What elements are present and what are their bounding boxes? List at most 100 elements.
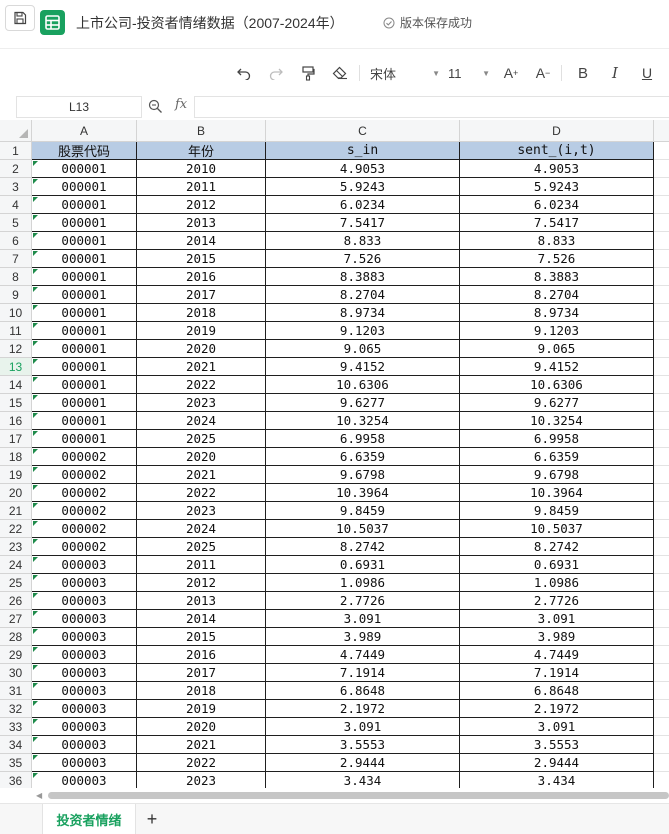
table-cell[interactable]: 8.9734 bbox=[460, 304, 654, 322]
table-cell[interactable]: 9.6277 bbox=[266, 394, 460, 412]
table-cell[interactable]: 2020 bbox=[137, 718, 266, 736]
table-cell[interactable]: 2010 bbox=[137, 160, 266, 178]
table-cell[interactable]: 2022 bbox=[137, 754, 266, 772]
table-cell[interactable]: 8.3883 bbox=[460, 268, 654, 286]
table-cell[interactable]: 9.8459 bbox=[266, 502, 460, 520]
table-cell[interactable]: 6.8648 bbox=[460, 682, 654, 700]
column-header-e[interactable] bbox=[654, 120, 669, 142]
add-sheet-button[interactable]: + bbox=[143, 808, 161, 830]
table-cell[interactable]: 5.9243 bbox=[460, 178, 654, 196]
table-cell[interactable]: 9.6798 bbox=[460, 466, 654, 484]
row-header[interactable]: 11 bbox=[0, 322, 32, 340]
table-cell[interactable]: 000001 bbox=[32, 394, 137, 412]
table-cell[interactable]: 2.9444 bbox=[460, 754, 654, 772]
table-cell[interactable]: 9.8459 bbox=[460, 502, 654, 520]
table-cell-empty[interactable] bbox=[654, 376, 669, 394]
table-cell[interactable]: 7.5417 bbox=[460, 214, 654, 232]
row-header[interactable]: 15 bbox=[0, 394, 32, 412]
horizontal-scrollbar[interactable]: ◀ bbox=[34, 789, 669, 801]
table-cell[interactable]: 10.3964 bbox=[266, 484, 460, 502]
table-cell[interactable]: 3.989 bbox=[460, 628, 654, 646]
header-cell[interactable]: 股票代码 bbox=[32, 142, 137, 160]
save-button[interactable] bbox=[5, 5, 35, 31]
row-header[interactable]: 1 bbox=[0, 142, 32, 160]
font-size-select[interactable]: 11 ▼ bbox=[448, 63, 490, 83]
table-cell[interactable]: 10.3964 bbox=[460, 484, 654, 502]
table-cell[interactable]: 000002 bbox=[32, 466, 137, 484]
table-cell-empty[interactable] bbox=[654, 340, 669, 358]
table-cell[interactable]: 4.9053 bbox=[460, 160, 654, 178]
table-cell[interactable]: 000001 bbox=[32, 160, 137, 178]
table-cell[interactable]: 6.0234 bbox=[266, 196, 460, 214]
row-header[interactable]: 9 bbox=[0, 286, 32, 304]
table-cell-empty[interactable] bbox=[654, 646, 669, 664]
table-cell[interactable]: 000002 bbox=[32, 448, 137, 466]
table-cell[interactable]: 6.8648 bbox=[266, 682, 460, 700]
row-header[interactable]: 6 bbox=[0, 232, 32, 250]
row-header[interactable]: 13 bbox=[0, 358, 32, 376]
table-cell-empty[interactable] bbox=[654, 160, 669, 178]
row-header[interactable]: 10 bbox=[0, 304, 32, 322]
row-header[interactable]: 3 bbox=[0, 178, 32, 196]
table-cell[interactable]: 8.2742 bbox=[266, 538, 460, 556]
table-cell[interactable]: 3.091 bbox=[460, 610, 654, 628]
table-cell-empty[interactable] bbox=[654, 628, 669, 646]
table-cell-empty[interactable] bbox=[654, 250, 669, 268]
row-header[interactable]: 21 bbox=[0, 502, 32, 520]
table-cell[interactable]: 9.1203 bbox=[460, 322, 654, 340]
table-cell[interactable]: 000003 bbox=[32, 718, 137, 736]
table-cell[interactable]: 2.1972 bbox=[266, 700, 460, 718]
row-header[interactable]: 20 bbox=[0, 484, 32, 502]
table-cell[interactable]: 3.091 bbox=[266, 718, 460, 736]
table-cell[interactable]: 3.5553 bbox=[460, 736, 654, 754]
table-cell[interactable]: 2022 bbox=[137, 376, 266, 394]
table-cell[interactable]: 2.7726 bbox=[266, 592, 460, 610]
table-cell-empty[interactable] bbox=[654, 142, 669, 160]
table-cell[interactable]: 000003 bbox=[32, 772, 137, 788]
column-header-d[interactable]: D bbox=[460, 120, 654, 142]
row-header[interactable]: 34 bbox=[0, 736, 32, 754]
header-cell[interactable]: 年份 bbox=[137, 142, 266, 160]
table-cell[interactable]: 000002 bbox=[32, 484, 137, 502]
table-cell[interactable]: 0.6931 bbox=[460, 556, 654, 574]
row-header[interactable]: 35 bbox=[0, 754, 32, 772]
row-header[interactable]: 14 bbox=[0, 376, 32, 394]
table-cell[interactable]: 5.9243 bbox=[266, 178, 460, 196]
table-cell[interactable]: 000001 bbox=[32, 268, 137, 286]
row-header[interactable]: 12 bbox=[0, 340, 32, 358]
italic-button[interactable]: I bbox=[607, 63, 623, 83]
row-header[interactable]: 27 bbox=[0, 610, 32, 628]
row-header[interactable]: 23 bbox=[0, 538, 32, 556]
row-header[interactable]: 22 bbox=[0, 520, 32, 538]
table-cell[interactable]: 1.0986 bbox=[460, 574, 654, 592]
row-header[interactable]: 19 bbox=[0, 466, 32, 484]
table-cell[interactable]: 2016 bbox=[137, 646, 266, 664]
table-cell[interactable]: 9.065 bbox=[460, 340, 654, 358]
table-cell[interactable]: 9.6277 bbox=[460, 394, 654, 412]
table-cell[interactable]: 4.7449 bbox=[460, 646, 654, 664]
zoom-icon[interactable] bbox=[148, 99, 163, 114]
table-cell[interactable]: 4.9053 bbox=[266, 160, 460, 178]
row-header[interactable]: 33 bbox=[0, 718, 32, 736]
table-cell-empty[interactable] bbox=[654, 700, 669, 718]
table-cell[interactable]: 2015 bbox=[137, 628, 266, 646]
header-cell[interactable]: sent_(i,t) bbox=[460, 142, 654, 160]
scrollbar-thumb[interactable] bbox=[48, 792, 669, 799]
table-cell-empty[interactable] bbox=[654, 196, 669, 214]
table-cell-empty[interactable] bbox=[654, 754, 669, 772]
column-header-b[interactable]: B bbox=[137, 120, 266, 142]
table-cell-empty[interactable] bbox=[654, 412, 669, 430]
table-cell[interactable]: 6.9958 bbox=[266, 430, 460, 448]
table-cell[interactable]: 2024 bbox=[137, 412, 266, 430]
table-cell[interactable]: 000001 bbox=[32, 304, 137, 322]
table-cell[interactable]: 2024 bbox=[137, 520, 266, 538]
row-header[interactable]: 7 bbox=[0, 250, 32, 268]
table-cell[interactable]: 2014 bbox=[137, 610, 266, 628]
table-cell[interactable]: 8.2704 bbox=[266, 286, 460, 304]
row-header[interactable]: 25 bbox=[0, 574, 32, 592]
table-cell[interactable]: 000003 bbox=[32, 628, 137, 646]
table-cell[interactable]: 7.1914 bbox=[266, 664, 460, 682]
table-cell[interactable]: 9.6798 bbox=[266, 466, 460, 484]
table-cell[interactable]: 2021 bbox=[137, 358, 266, 376]
table-cell[interactable]: 000001 bbox=[32, 376, 137, 394]
